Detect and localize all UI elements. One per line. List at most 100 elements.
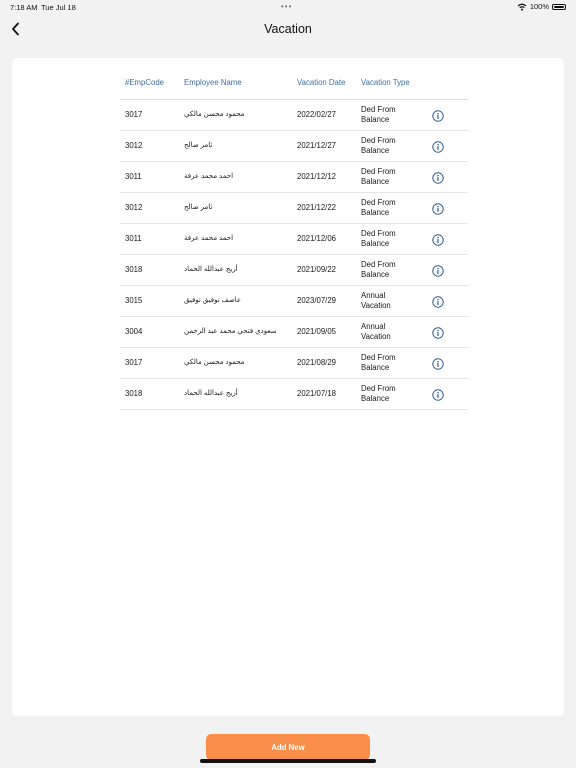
wifi-icon [517, 3, 527, 11]
vacation-type-line2: Balance [361, 207, 390, 217]
vacation-type-cell: Ded From Balance [361, 353, 421, 372]
info-button[interactable] [432, 233, 444, 246]
status-right: 100% [517, 2, 566, 11]
table-row[interactable]: 3018 أريج عبدالله الحماد 2021/09/22 Ded Fro… [120, 255, 468, 286]
table-row[interactable]: 3017 محمود محسن مالكي 2021/08/29 Ded From Ba… [120, 348, 468, 379]
info-circle-icon [432, 265, 444, 277]
info-button[interactable] [432, 171, 444, 184]
vacation-date-cell: 2021/09/05 [297, 327, 337, 336]
vacation-type-line1: Ded From [361, 229, 396, 238]
add-new-button[interactable]: Add New [206, 734, 370, 760]
vacation-type-line1: Annual [361, 291, 386, 300]
employee-name-cell: محمود محسن مالكي [184, 359, 245, 366]
vacation-date-cell: 2021/12/27 [297, 141, 337, 150]
battery-icon [552, 3, 566, 10]
info-button[interactable] [432, 202, 444, 215]
vacation-type-line2: Balance [361, 393, 390, 403]
multitask-dots[interactable]: ••• [281, 2, 292, 11]
vacation-type-line1: Ded From [361, 167, 396, 176]
info-button[interactable] [432, 295, 444, 308]
emp-code-cell: 3012 [125, 141, 143, 150]
emp-code-cell: 3018 [125, 389, 143, 398]
status-bar: 7:18 AM Tue Jul 18 ••• 100% [0, 0, 576, 14]
vacation-type-line2: Balance [361, 238, 390, 248]
vacation-date-cell: 2023/07/29 [297, 296, 337, 305]
battery-percent: 100% [529, 2, 549, 11]
vacation-type-line1: Ded From [361, 105, 396, 114]
vacation-type-line1: Ded From [361, 136, 396, 145]
info-button[interactable] [432, 326, 444, 339]
info-circle-icon [432, 358, 444, 370]
column-header-vacation-type: Vacation Type [361, 78, 410, 87]
vacation-table: #EmpCode Employee Name Vacation Date Vac… [120, 66, 468, 410]
vacation-date-cell: 2022/02/27 [297, 110, 337, 119]
emp-code-cell: 3012 [125, 203, 143, 212]
vacation-type-cell: Ded From Balance [361, 105, 421, 124]
info-circle-icon [432, 141, 444, 153]
vacation-type-cell: Annual Vacation [361, 322, 421, 341]
vacation-type-cell: Ded From Balance [361, 229, 421, 248]
page-title: Vacation [264, 22, 312, 36]
info-circle-icon [432, 110, 444, 122]
vacation-date-cell: 2021/12/06 [297, 234, 337, 243]
info-circle-icon [432, 389, 444, 401]
table-row[interactable]: 3015 عاصف توفيق توفيق 2023/07/29 Annual Vaca… [120, 286, 468, 317]
vacation-type-line2: Balance [361, 176, 390, 186]
vacation-type-cell: Annual Vacation [361, 291, 421, 310]
info-circle-icon [432, 203, 444, 215]
vacation-type-cell: Ded From Balance [361, 384, 421, 403]
vacation-type-line2: Balance [361, 145, 390, 155]
employee-name-cell: سعودي فتحي محمد عبد الرحمن [184, 328, 277, 335]
emp-code-cell: 3004 [125, 327, 143, 336]
info-button[interactable] [432, 357, 444, 370]
table-row[interactable]: 3011 احمد محمد عرفة 2021/12/12 Ded From Bala… [120, 162, 468, 193]
vacation-type-line1: Ded From [361, 260, 396, 269]
table-row[interactable]: 3017 محمود محسن مالكي 2022/02/27 Ded From Ba… [120, 100, 468, 131]
vacation-type-line1: Ded From [361, 198, 396, 207]
employee-name-cell: عاصف توفيق توفيق [184, 297, 242, 304]
navigation-bar: Vacation [0, 14, 576, 46]
emp-code-cell: 3011 [125, 234, 142, 243]
vacation-type-line1: Annual [361, 322, 386, 331]
employee-name-cell: محمود محسن مالكي [184, 111, 245, 118]
info-button[interactable] [432, 140, 444, 153]
column-header-vacation-date: Vacation Date [297, 78, 346, 87]
vacation-type-line2: Vacation [361, 300, 391, 310]
vacation-date-cell: 2021/09/22 [297, 265, 337, 274]
emp-code-cell: 3018 [125, 265, 143, 274]
table-row[interactable]: 3004 سعودي فتحي محمد عبد الرحمن 2021/09/05… [120, 317, 468, 348]
employee-name-cell: احمد محمد عرفة [184, 235, 234, 242]
table-row[interactable]: 3011 احمد محمد عرفة 2021/12/06 Ded From Bala… [120, 224, 468, 255]
employee-name-cell: ثامر صالح [184, 204, 213, 211]
column-header-employee-name: Employee Name [184, 78, 242, 87]
vacation-type-line2: Balance [361, 114, 390, 124]
vacation-type-line2: Balance [361, 269, 390, 279]
table-row[interactable]: 3018 أريج عبدالله الحماد 2021/07/18 Ded Fro… [120, 379, 468, 410]
vacation-type-cell: Ded From Balance [361, 136, 421, 155]
employee-name-cell: احمد محمد عرفة [184, 173, 234, 180]
employee-name-cell: ثامر صالح [184, 142, 213, 149]
vacation-type-cell: Ded From Balance [361, 167, 421, 186]
emp-code-cell: 3015 [125, 296, 143, 305]
vacation-type-cell: Ded From Balance [361, 260, 421, 279]
info-circle-icon [432, 234, 444, 246]
home-indicator [200, 759, 376, 763]
vacation-type-line2: Balance [361, 362, 390, 372]
info-button[interactable] [432, 264, 444, 277]
table-row[interactable]: 3012 ثامر صالح 2021/12/27 Ded From Balance [120, 131, 468, 162]
vacation-type-cell: Ded From Balance [361, 198, 421, 217]
table-row[interactable]: 3012 ثامر صالح 2021/12/22 Ded From Balance [120, 193, 468, 224]
info-button[interactable] [432, 109, 444, 122]
vacation-date-cell: 2021/07/18 [297, 389, 337, 398]
emp-code-cell: 3017 [125, 358, 143, 367]
table-body: 3017 محمود محسن مالكي 2022/02/27 Ded From Ba… [120, 100, 468, 410]
vacation-type-line1: Ded From [361, 353, 396, 362]
vacation-date-cell: 2021/08/29 [297, 358, 337, 367]
info-button[interactable] [432, 388, 444, 401]
emp-code-cell: 3011 [125, 172, 142, 181]
info-circle-icon [432, 172, 444, 184]
info-circle-icon [432, 327, 444, 339]
vacation-type-line2: Vacation [361, 331, 391, 341]
column-header-empcode: #EmpCode [125, 78, 165, 87]
emp-code-cell: 3017 [125, 110, 143, 119]
